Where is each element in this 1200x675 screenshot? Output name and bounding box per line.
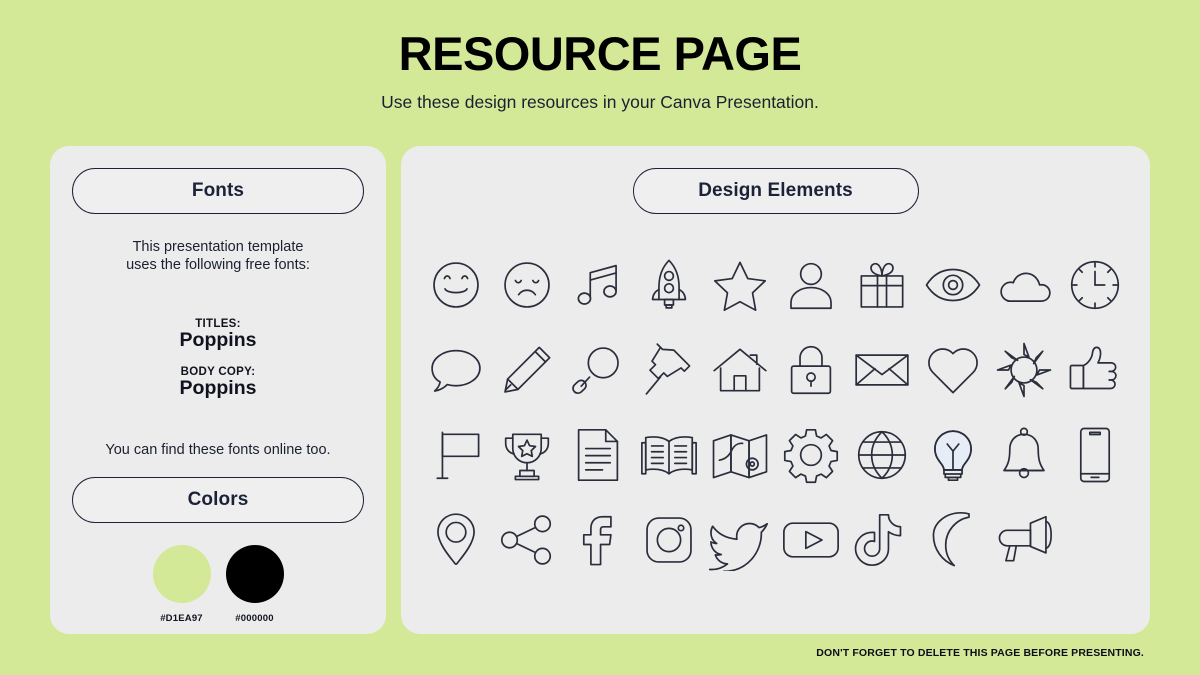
lightbulb-icon[interactable] bbox=[922, 424, 984, 486]
person-icon[interactable] bbox=[780, 254, 842, 316]
document-icon[interactable] bbox=[567, 424, 629, 486]
megaphone-icon[interactable] bbox=[993, 509, 1055, 571]
lock-icon[interactable] bbox=[780, 339, 842, 401]
color-swatch-label: #000000 bbox=[235, 613, 274, 625]
titles-font-group: TITLES: Poppins bbox=[72, 318, 364, 352]
rocket-icon[interactable] bbox=[638, 254, 700, 316]
footer-note: DON'T FORGET TO DELETE THIS PAGE BEFORE … bbox=[816, 647, 1144, 659]
titles-font-name: Poppins bbox=[179, 329, 257, 352]
moon-icon[interactable] bbox=[922, 509, 984, 571]
music-note-icon[interactable] bbox=[567, 254, 629, 316]
gear-icon[interactable] bbox=[780, 424, 842, 486]
pencil-icon[interactable] bbox=[496, 339, 558, 401]
globe-icon[interactable] bbox=[851, 424, 913, 486]
open-book-icon[interactable] bbox=[638, 424, 700, 486]
body-font-group: BODY COPY: Poppins bbox=[72, 366, 364, 400]
design-elements-panel: Design Elements bbox=[401, 146, 1150, 634]
swatch-cell[interactable]: #000000 bbox=[222, 545, 288, 624]
fonts-intro-line-1: This presentation template bbox=[132, 239, 304, 255]
map-icon[interactable] bbox=[709, 424, 771, 486]
share-icon[interactable] bbox=[496, 509, 558, 571]
sun-icon[interactable] bbox=[993, 339, 1055, 401]
design-elements-pill[interactable]: Design Elements bbox=[632, 168, 919, 214]
color-swatch-green[interactable] bbox=[152, 545, 211, 604]
magnifying-glass-icon[interactable] bbox=[567, 339, 629, 401]
trophy-icon[interactable] bbox=[496, 424, 558, 486]
smartphone-icon[interactable] bbox=[1064, 424, 1126, 486]
swatch-cell[interactable]: #D1EA97 bbox=[149, 545, 215, 624]
gift-icon[interactable] bbox=[851, 254, 913, 316]
location-pin-icon[interactable] bbox=[425, 509, 487, 571]
house-icon[interactable] bbox=[709, 339, 771, 401]
body-font-name: Poppins bbox=[179, 377, 257, 400]
speech-bubble-icon[interactable] bbox=[425, 339, 487, 401]
twitter-icon[interactable] bbox=[709, 509, 771, 571]
youtube-icon[interactable] bbox=[780, 509, 842, 571]
fonts-pill[interactable]: Fonts bbox=[72, 168, 364, 214]
pushpin-icon[interactable] bbox=[638, 339, 700, 401]
star-icon[interactable] bbox=[709, 254, 771, 316]
colors-pill[interactable]: Colors bbox=[72, 477, 364, 524]
bell-icon[interactable] bbox=[993, 424, 1055, 486]
fonts-panel: Fonts This presentation template uses th… bbox=[50, 146, 386, 634]
heart-icon[interactable] bbox=[922, 339, 984, 401]
color-swatches: #D1EA97 #000000 bbox=[72, 545, 364, 624]
facebook-icon[interactable] bbox=[567, 509, 629, 571]
page-title: RESOURCE PAGE bbox=[398, 27, 802, 80]
page-subtitle: Use these design resources in your Canva… bbox=[381, 91, 819, 112]
sad-face-icon[interactable] bbox=[496, 254, 558, 316]
tiktok-icon[interactable] bbox=[851, 509, 913, 571]
color-swatch-black[interactable] bbox=[225, 545, 284, 604]
smiley-face-icon[interactable] bbox=[425, 254, 487, 316]
eye-icon[interactable] bbox=[922, 254, 984, 316]
panels-row: Fonts This presentation template uses th… bbox=[50, 146, 1150, 634]
fonts-intro: This presentation template uses the foll… bbox=[72, 239, 364, 274]
flag-icon[interactable] bbox=[425, 424, 487, 486]
clock-icon[interactable] bbox=[1064, 254, 1126, 316]
fonts-intro-line-2: uses the following free fonts: bbox=[126, 256, 310, 273]
instagram-icon[interactable] bbox=[638, 509, 700, 571]
envelope-icon[interactable] bbox=[851, 339, 913, 401]
color-swatch-label: #D1EA97 bbox=[160, 613, 203, 625]
thumbs-up-icon[interactable] bbox=[1064, 339, 1126, 401]
fonts-outro: You can find these fonts online too. bbox=[105, 442, 331, 459]
cloud-icon[interactable] bbox=[993, 254, 1055, 316]
icon-grid bbox=[421, 242, 1130, 582]
